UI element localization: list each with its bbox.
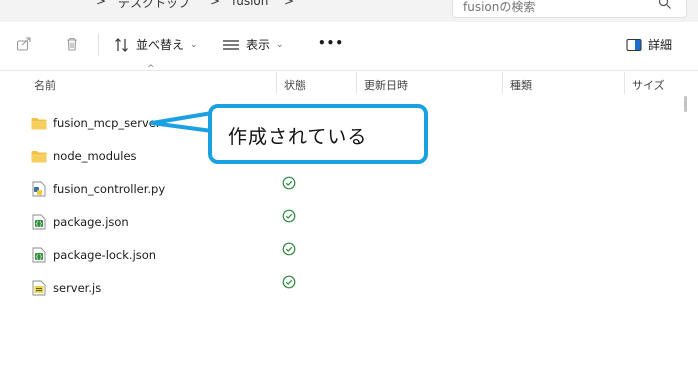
file-row[interactable]: {} package.json: [22, 208, 682, 236]
share-icon: [16, 37, 31, 51]
share-button[interactable]: [16, 36, 32, 52]
file-row[interactable]: fusion_controller.py: [22, 175, 682, 203]
file-name: package-lock.json: [53, 248, 157, 262]
file-name: fusion_mcp_server: [53, 116, 161, 130]
chevron-down-icon: ⌄: [190, 39, 198, 50]
details-pane-icon: [626, 38, 642, 51]
vertical-scrollbar[interactable]: [684, 96, 687, 112]
breadcrumb-separator: >: [210, 0, 221, 8]
toolbar-divider: [98, 34, 99, 56]
column-header-status[interactable]: 状態: [284, 77, 306, 93]
folder-icon: [31, 148, 47, 164]
file-row[interactable]: {} package-lock.json: [22, 241, 682, 269]
breadcrumb-separator: >: [284, 0, 295, 8]
breadcrumb-separator: >: [96, 0, 107, 8]
file-name: package.json: [53, 215, 129, 229]
callout-text: 作成されている: [228, 126, 368, 148]
file-name: fusion_controller.py: [53, 182, 166, 196]
view-button[interactable]: 表示 ⌄: [222, 36, 284, 53]
js-file-icon: [31, 280, 47, 296]
more-options-button[interactable]: •••: [318, 36, 344, 50]
delete-button[interactable]: [64, 36, 80, 52]
column-divider[interactable]: [624, 72, 625, 94]
file-name: node_modules: [53, 149, 137, 163]
sort-label: 並べ替え: [136, 38, 185, 52]
breadcrumb-desktop[interactable]: デスクトップ: [118, 0, 190, 11]
details-label: 詳細: [648, 38, 673, 52]
sort-button[interactable]: 並べ替え ⌄: [114, 36, 198, 53]
annotation-callout: 作成されている: [208, 104, 428, 164]
synced-status-icon: [282, 242, 296, 256]
folder-icon: [31, 115, 47, 131]
column-divider[interactable]: [276, 72, 277, 94]
view-label: 表示: [246, 38, 271, 52]
column-header-size[interactable]: サイズ: [632, 77, 665, 93]
address-bar: > デスクトップ > fusion >: [0, 0, 698, 23]
search-input[interactable]: [461, 0, 645, 15]
column-header-modified[interactable]: 更新日時: [364, 77, 408, 93]
details-pane-button[interactable]: 詳細: [626, 36, 672, 53]
svg-text:{}: {}: [35, 221, 43, 228]
synced-status-icon: [282, 275, 296, 289]
column-headers: 名前 状態 更新日時 種類 サイズ: [0, 70, 698, 96]
list-view-icon: [223, 39, 239, 50]
json-file-icon: {}: [31, 214, 47, 230]
synced-status-icon: [282, 176, 296, 190]
trash-icon: [67, 37, 77, 51]
chevron-down-icon: ⌄: [276, 39, 284, 50]
synced-status-icon: [282, 209, 296, 223]
column-header-type[interactable]: 種類: [510, 77, 532, 93]
search-icon: [658, 0, 671, 9]
sort-icon: [115, 37, 128, 52]
file-name: server.js: [53, 281, 102, 295]
column-divider[interactable]: [502, 72, 503, 94]
column-header-name[interactable]: 名前: [34, 77, 56, 93]
json-file-icon: {}: [31, 247, 47, 263]
file-row[interactable]: server.js: [22, 274, 682, 302]
svg-text:{}: {}: [35, 254, 43, 261]
command-bar: 並べ替え ⌄ 表示 ⌄ ••• 詳細: [0, 22, 698, 71]
callout-pointer: [150, 111, 213, 133]
column-divider[interactable]: [356, 72, 357, 94]
breadcrumb-fusion[interactable]: fusion: [232, 0, 268, 8]
file-explorer-window: > デスクトップ > fusion > fusionの検索 並べ替え ⌄ 表示 …: [0, 0, 698, 365]
python-file-icon: [31, 181, 47, 197]
search-box[interactable]: [452, 0, 687, 18]
